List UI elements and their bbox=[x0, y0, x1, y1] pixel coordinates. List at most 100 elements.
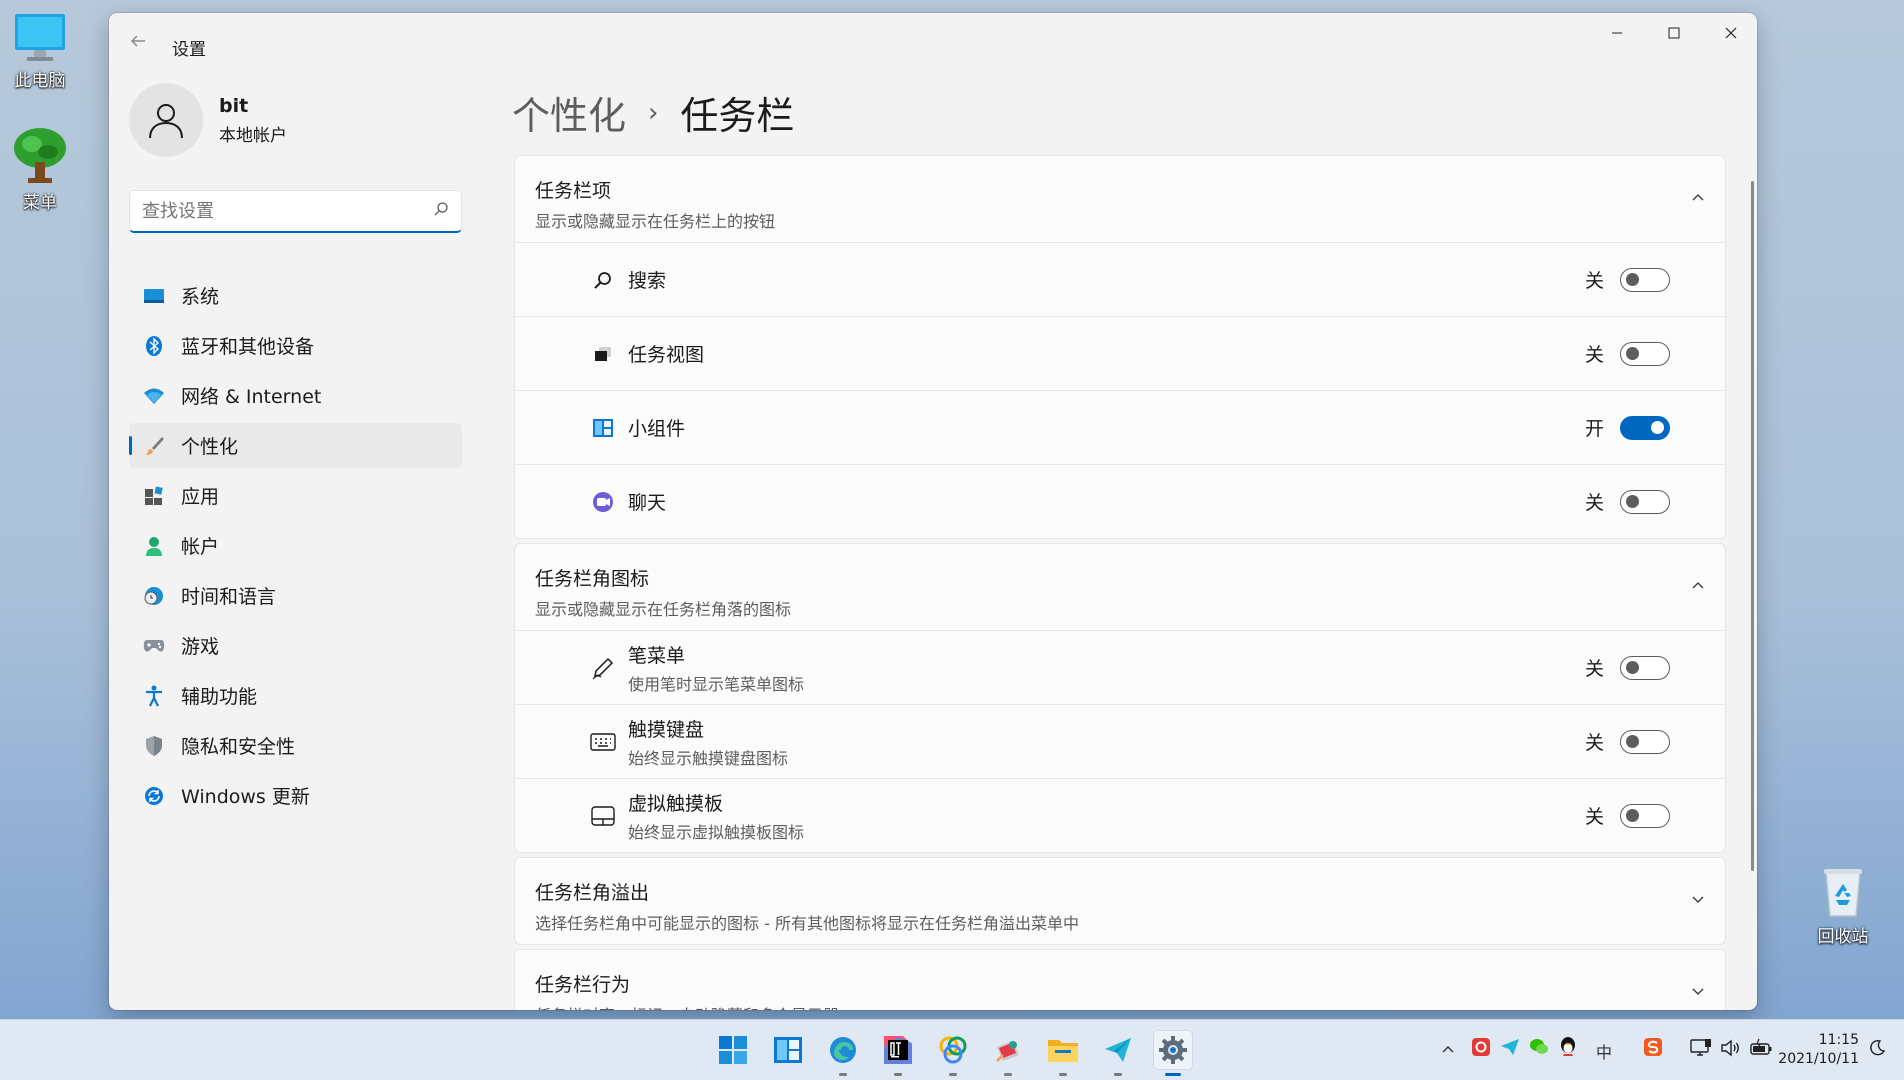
chevron-down-icon bbox=[1691, 890, 1705, 911]
computer-icon bbox=[15, 14, 65, 61]
clock[interactable]: 11:15 2021/10/11 bbox=[1778, 1031, 1859, 1069]
section-subtitle: 选择任务栏角中可能显示的图标 - 所有其他图标将显示在任务栏角溢出菜单中 bbox=[535, 914, 1079, 933]
tray-wechat[interactable] bbox=[1529, 1037, 1549, 1061]
section-header[interactable]: 任务栏行为 任务栏对齐、标记、自动隐藏和多个显示器 bbox=[515, 950, 1725, 1010]
section-header[interactable]: 任务栏角图标 显示或隐藏显示在任务栏角落的图标 bbox=[515, 544, 1725, 630]
windows-logo-icon bbox=[719, 1036, 747, 1064]
setting-description: 始终显示虚拟触摸板图标 bbox=[628, 822, 805, 842]
search-input[interactable] bbox=[142, 200, 433, 222]
edge-icon bbox=[830, 1037, 856, 1063]
section-header[interactable]: 任务栏项 显示或隐藏显示在任务栏上的按钮 bbox=[515, 156, 1725, 242]
sidebar-item-windows-update[interactable]: Windows 更新 bbox=[129, 773, 462, 818]
profile-name: bit bbox=[219, 94, 249, 117]
tray-app-red[interactable] bbox=[1471, 1037, 1491, 1061]
taskbar-app-settings[interactable] bbox=[1153, 1030, 1193, 1076]
breadcrumb: 个性化 › 任务栏 bbox=[512, 85, 794, 140]
search-icon[interactable] bbox=[433, 201, 449, 221]
section-header[interactable]: 任务栏角溢出 选择任务栏角中可能显示的图标 - 所有其他图标将显示在任务栏角溢出… bbox=[515, 858, 1725, 944]
desktop-icon-menu[interactable]: 菜单 bbox=[0, 126, 80, 213]
start-button[interactable] bbox=[713, 1030, 753, 1070]
focus-assist-button[interactable] bbox=[1868, 1039, 1886, 1061]
running-indicator bbox=[894, 1073, 902, 1076]
toggle-state-text: 关 bbox=[1584, 492, 1604, 514]
scrollbar[interactable] bbox=[1751, 181, 1754, 871]
speaker-icon bbox=[1721, 1039, 1739, 1057]
section-title: 任务栏项 bbox=[535, 180, 612, 202]
wechat-icon bbox=[1530, 1039, 1548, 1054]
wifi-icon bbox=[143, 385, 165, 407]
sidebar-item-privacy[interactable]: 隐私和安全性 bbox=[129, 723, 462, 768]
sidebar-item-apps[interactable]: 应用 bbox=[129, 473, 462, 518]
setting-label: 笔菜单 bbox=[628, 644, 686, 667]
chevron-up-icon bbox=[1691, 188, 1705, 209]
network-status-button[interactable] bbox=[1690, 1038, 1712, 1062]
running-indicator bbox=[1165, 1073, 1181, 1076]
title-bar: 设置 bbox=[109, 13, 1757, 71]
taskbar-app-feishu[interactable] bbox=[1098, 1030, 1138, 1076]
toggle-switch[interactable] bbox=[1620, 489, 1670, 514]
back-button[interactable] bbox=[129, 31, 153, 55]
avatar bbox=[129, 83, 203, 157]
sidebar-item-gaming[interactable]: 游戏 bbox=[129, 623, 462, 668]
maximize-button[interactable] bbox=[1646, 13, 1702, 53]
paper-plane-icon bbox=[1501, 1039, 1519, 1055]
sidebar-item-accessibility[interactable]: 辅助功能 bbox=[129, 673, 462, 718]
tray-feishu[interactable] bbox=[1500, 1037, 1520, 1061]
tree-icon bbox=[14, 128, 66, 183]
toggle-state-text: 关 bbox=[1584, 658, 1604, 680]
desktop-icon-label: 此电脑 bbox=[14, 71, 66, 91]
taskbar-app-intellij[interactable] bbox=[878, 1030, 918, 1076]
globe-clock-icon bbox=[143, 585, 165, 607]
toggle-switch[interactable] bbox=[1620, 803, 1670, 828]
section-taskbar-corner-overflow[interactable]: 任务栏角溢出 选择任务栏角中可能显示的图标 - 所有其他图标将显示在任务栏角溢出… bbox=[514, 857, 1726, 945]
tray-sogou[interactable] bbox=[1643, 1037, 1663, 1061]
desktop-icon-recycle-bin[interactable]: 回收站 bbox=[1803, 866, 1883, 947]
show-hidden-icons-button[interactable] bbox=[1441, 1040, 1455, 1059]
breadcrumb-separator: › bbox=[648, 97, 659, 128]
taskbar: 中 11:15 2021/10/11 bbox=[0, 1019, 1904, 1080]
penguin-icon bbox=[1561, 1037, 1575, 1056]
toggle-switch[interactable] bbox=[1620, 655, 1670, 680]
chevron-up-icon bbox=[1442, 1046, 1454, 1053]
taskbar-app-colorful[interactable] bbox=[933, 1030, 973, 1076]
setting-row-widgets: 小组件 开 bbox=[515, 390, 1725, 464]
setting-row-pen-menu: 笔菜单 使用笔时显示笔菜单图标 关 bbox=[515, 630, 1725, 704]
volume-button[interactable] bbox=[1720, 1038, 1742, 1062]
back-arrow-icon bbox=[130, 35, 145, 47]
ime-indicator[interactable]: 中 bbox=[1596, 1039, 1612, 1063]
section-taskbar-behaviors[interactable]: 任务栏行为 任务栏对齐、标记、自动隐藏和多个显示器 bbox=[514, 949, 1726, 1010]
recycle-bin-icon bbox=[1824, 869, 1862, 917]
tray-qq[interactable] bbox=[1559, 1036, 1577, 1062]
toggle-switch[interactable] bbox=[1620, 415, 1670, 440]
setting-row-touch-keyboard: 触摸键盘 始终显示触摸键盘图标 关 bbox=[515, 704, 1725, 778]
sidebar-item-bluetooth[interactable]: 蓝牙和其他设备 bbox=[129, 323, 462, 368]
toggle-switch[interactable] bbox=[1620, 729, 1670, 754]
toggle-switch[interactable] bbox=[1620, 341, 1670, 366]
pen-icon bbox=[590, 655, 616, 681]
toggle-switch[interactable] bbox=[1620, 267, 1670, 292]
sidebar-item-accounts[interactable]: 帐户 bbox=[129, 523, 462, 568]
taskbar-app-edge[interactable] bbox=[823, 1030, 863, 1076]
sidebar-item-time-language[interactable]: 时间和语言 bbox=[129, 573, 462, 618]
section-title: 任务栏角图标 bbox=[535, 568, 650, 590]
close-button[interactable] bbox=[1703, 13, 1757, 53]
sidebar-item-label: 帐户 bbox=[181, 536, 220, 558]
taskbar-app-file-explorer[interactable] bbox=[1043, 1030, 1083, 1076]
search-box[interactable] bbox=[129, 190, 462, 233]
desktop-icon-this-pc[interactable]: 此电脑 bbox=[0, 12, 80, 91]
minimize-button[interactable] bbox=[1589, 13, 1645, 53]
taskbar-app-paint[interactable] bbox=[988, 1030, 1028, 1076]
toggle-state-text: 关 bbox=[1584, 732, 1604, 754]
widgets-button[interactable] bbox=[768, 1030, 808, 1070]
sidebar-item-system[interactable]: 系统 bbox=[129, 273, 462, 318]
desktop-icon-label: 回收站 bbox=[1817, 927, 1869, 947]
sidebar-item-network[interactable]: 网络 & Internet bbox=[129, 373, 462, 418]
sogou-icon bbox=[1644, 1038, 1662, 1056]
breadcrumb-parent[interactable]: 个性化 bbox=[512, 85, 626, 140]
running-indicator bbox=[839, 1073, 847, 1076]
battery-button[interactable] bbox=[1750, 1038, 1774, 1062]
section-taskbar-corner-icons: 任务栏角图标 显示或隐藏显示在任务栏角落的图标 笔菜单 使用笔时显示笔菜单图标 … bbox=[514, 543, 1726, 853]
sidebar-item-personalization[interactable]: 个性化 bbox=[129, 423, 462, 468]
user-profile[interactable]: bit 本地帐户 bbox=[129, 83, 287, 157]
clock-date: 2021/10/11 bbox=[1778, 1051, 1859, 1067]
